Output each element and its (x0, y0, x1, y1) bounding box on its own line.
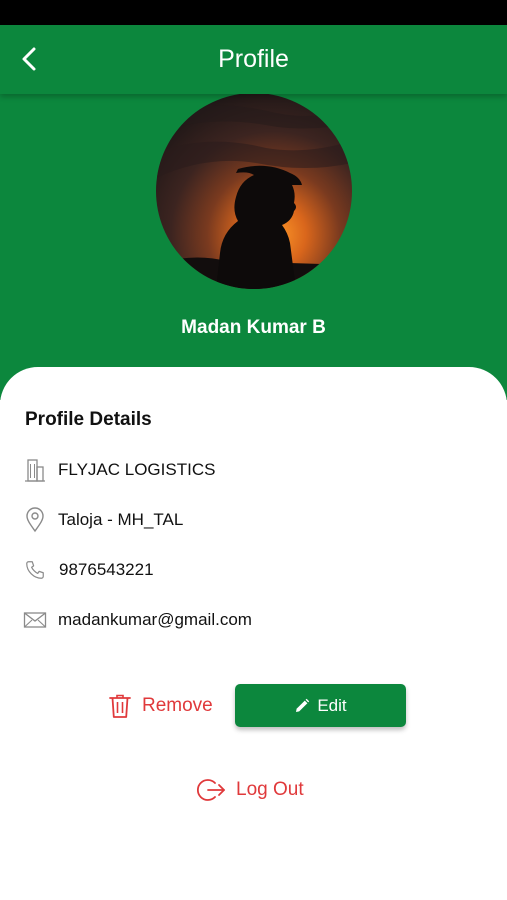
company-row: FLYJAC LOGISTICS (22, 455, 215, 485)
logout-button[interactable]: Log Out (197, 774, 304, 806)
mail-icon (22, 607, 48, 633)
location-row: Taloja - MH_TAL (22, 505, 183, 535)
phone-row: 9876543221 (22, 555, 154, 585)
building-icon (22, 457, 48, 483)
page-title: Profile (218, 45, 289, 73)
logout-label: Log Out (236, 779, 304, 800)
avatar[interactable] (156, 93, 352, 289)
remove-button[interactable]: Remove (108, 690, 213, 722)
location-pin-icon (22, 507, 48, 533)
section-title: Profile Details (25, 409, 152, 430)
edit-label: Edit (317, 695, 347, 715)
edit-button[interactable]: Edit (235, 684, 406, 727)
pencil-icon (296, 698, 310, 712)
remove-label: Remove (142, 695, 213, 716)
avatar-photo (156, 93, 352, 289)
logout-icon (197, 779, 225, 801)
location-text: Taloja - MH_TAL (58, 510, 184, 529)
email-address: madankumar@gmail.com (58, 610, 252, 629)
phone-number: 9876543221 (59, 560, 154, 579)
company-name: FLYJAC LOGISTICS (58, 460, 216, 479)
phone-icon (22, 557, 48, 583)
trash-icon (109, 694, 131, 718)
user-name: Madan Kumar B (181, 317, 326, 338)
email-row: madankumar@gmail.com (22, 605, 252, 635)
app-bar: Profile (0, 25, 507, 94)
status-bar (0, 0, 507, 25)
